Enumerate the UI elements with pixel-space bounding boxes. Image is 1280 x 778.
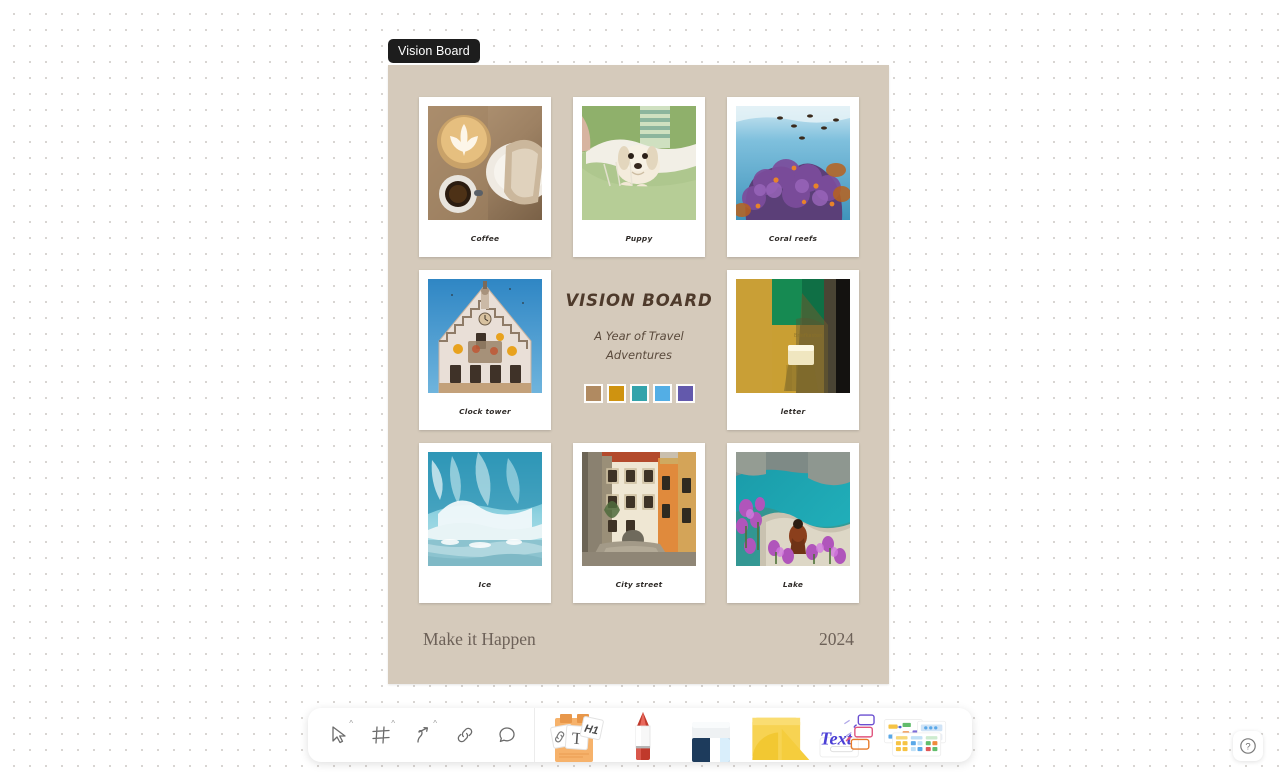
board-title-label: Vision Board	[398, 44, 470, 58]
board-grid: Coffee Puppy Coral reefs Clock tower VIS…	[419, 97, 859, 603]
board-footer: Make it Happen 2024	[423, 629, 854, 650]
vision-board-title: VISION BOARD	[565, 291, 713, 310]
card-city-street[interactable]: City street	[573, 443, 705, 603]
card-caption: letter	[780, 407, 806, 416]
svg-text:?: ?	[1245, 742, 1250, 753]
photo-ice	[428, 452, 542, 566]
swatch-tan[interactable]	[583, 384, 603, 403]
card-caption: Ice	[478, 580, 492, 589]
photo-lake	[736, 452, 850, 566]
toolbar-content-tools: T H1 Text	[537, 708, 972, 762]
text-shapes-tool[interactable]: Text	[813, 708, 881, 762]
photo-clock-tower	[428, 279, 542, 393]
card-caption: Coral reefs	[768, 234, 818, 243]
board-title-chip[interactable]: Vision Board	[388, 39, 480, 63]
templates-tool[interactable]	[881, 708, 949, 762]
eraser-tool[interactable]	[677, 708, 745, 762]
pen-marker-tool[interactable]	[609, 708, 677, 762]
swatch-gold[interactable]	[606, 384, 626, 403]
card-ice[interactable]: Ice	[419, 443, 551, 603]
card-caption: Puppy	[625, 234, 653, 243]
vision-board-frame[interactable]: Coffee Puppy Coral reefs Clock tower VIS…	[388, 65, 889, 684]
card-caption: Lake	[782, 580, 804, 589]
card-coral-reefs[interactable]: Coral reefs	[727, 97, 859, 257]
card-caption: Clock tower	[459, 407, 511, 416]
swatch-sky[interactable]	[652, 384, 672, 403]
sticky-note-tool[interactable]	[745, 708, 813, 762]
card-coffee[interactable]: Coffee	[419, 97, 551, 257]
frame-tool[interactable]: ^	[360, 714, 402, 756]
chevron-up-icon: ^	[391, 719, 395, 728]
svg-text:Briefkasten: Briefkasten	[794, 333, 822, 339]
card-caption: City street	[615, 580, 663, 589]
bottom-toolbar[interactable]: ^ ^ ^ T H1 Text	[308, 708, 972, 762]
toolbar-divider	[534, 708, 535, 762]
help-icon: ?	[1240, 738, 1256, 754]
draw-tool[interactable]: ^	[402, 714, 444, 756]
comment-tool[interactable]	[486, 714, 528, 756]
card-lake[interactable]: Lake	[727, 443, 859, 603]
center-text-panel[interactable]: VISION BOARD A Year of Travel Adventures	[565, 270, 712, 430]
card-caption: Coffee	[470, 234, 500, 243]
help-button[interactable]: ?	[1233, 731, 1263, 761]
photo-letter: Briefkasten	[736, 279, 850, 393]
card-clock-tower[interactable]: Clock tower	[419, 270, 551, 430]
swatch-teal[interactable]	[629, 384, 649, 403]
photo-coral-reefs	[736, 106, 850, 220]
link-tool[interactable]	[444, 714, 486, 756]
photo-puppy	[582, 106, 696, 220]
card-puppy[interactable]: Puppy	[573, 97, 705, 257]
chevron-up-icon: ^	[433, 719, 437, 728]
text-card-tool[interactable]: T H1	[541, 708, 609, 762]
color-swatch-row	[583, 384, 695, 403]
photo-city-street	[582, 452, 696, 566]
footer-motto: Make it Happen	[423, 629, 536, 649]
vision-board-subtitle: A Year of Travel Adventures	[594, 329, 684, 362]
card-letter[interactable]: Briefkasten letter	[727, 270, 859, 430]
select-tool[interactable]: ^	[318, 714, 360, 756]
swatch-purple[interactable]	[675, 384, 695, 403]
footer-year: 2024	[819, 629, 854, 649]
photo-coffee	[428, 106, 542, 220]
toolbar-basic-tools: ^ ^ ^	[308, 708, 528, 762]
chevron-up-icon: ^	[349, 719, 353, 728]
